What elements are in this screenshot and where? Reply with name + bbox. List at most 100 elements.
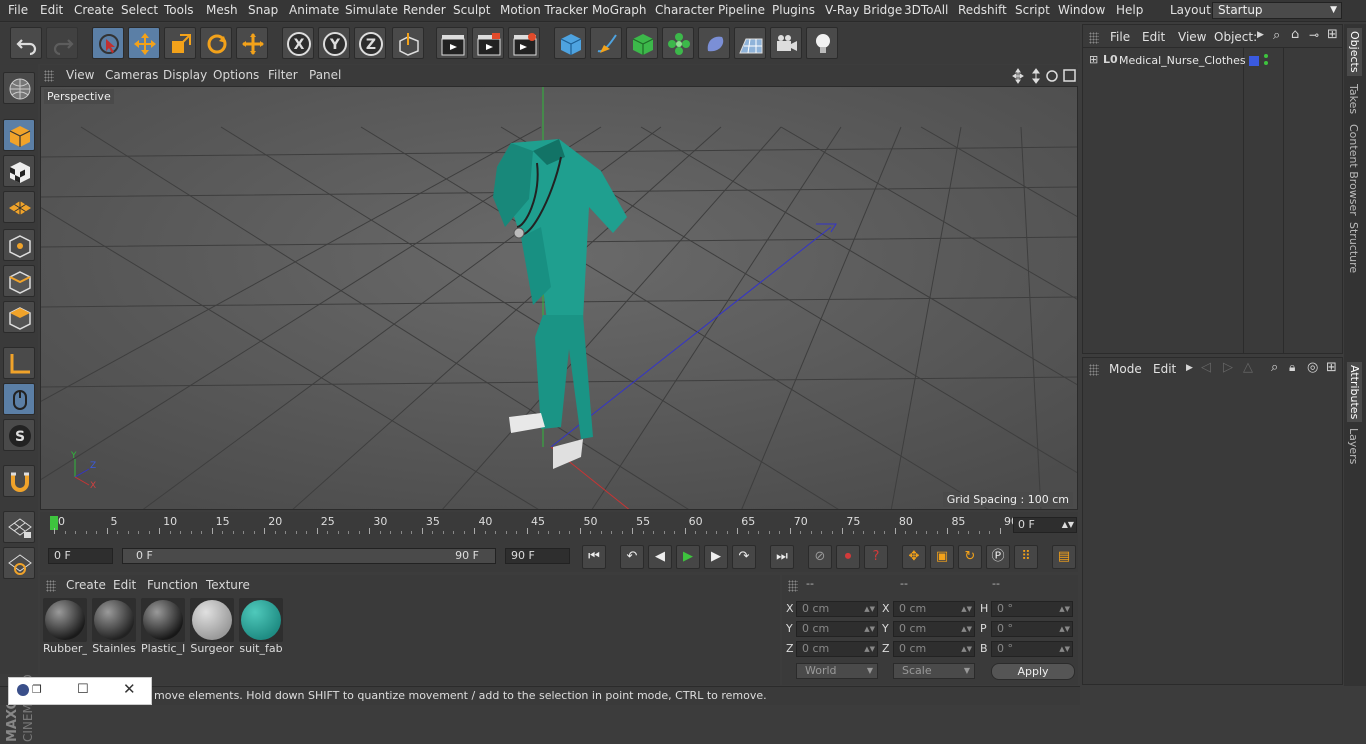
restore-icon[interactable]: ❐ <box>32 683 42 696</box>
menu-redshift[interactable]: Redshift <box>958 3 1007 17</box>
object-row[interactable]: ⊞ L0 Medical_Nurse_Clothes <box>1083 53 1342 69</box>
menu-animate[interactable]: Animate <box>289 3 339 17</box>
edges-mode-button[interactable] <box>3 265 35 297</box>
material-swatch[interactable]: Surgeor <box>190 598 234 656</box>
next-key-button[interactable]: ↷ <box>732 545 756 569</box>
go-to-end-button[interactable]: ⏭ <box>770 545 794 569</box>
menu-create[interactable]: Create <box>74 3 114 17</box>
menu-snap[interactable]: Snap <box>248 3 278 17</box>
render-view-button[interactable] <box>436 27 468 59</box>
x-axis-lock-button[interactable]: X <box>282 27 314 59</box>
expand-plus-icon[interactable]: ⊞ <box>1089 53 1098 66</box>
attributes-menu-edit[interactable]: Edit <box>1153 362 1176 376</box>
menu-script[interactable]: Script <box>1015 3 1050 17</box>
spinner-icon[interactable]: ▲▼ <box>1059 642 1070 656</box>
menu-sculpt[interactable]: Sculpt <box>453 3 490 17</box>
object-menu-edit[interactable]: Edit <box>1142 30 1165 44</box>
key-scale-button[interactable]: ▣ <box>930 545 954 569</box>
transform-tool-button[interactable] <box>236 27 268 59</box>
workplane-lock-button[interactable] <box>3 511 35 543</box>
close-icon[interactable]: ✕ <box>123 680 136 698</box>
target-icon[interactable]: ◎ <box>1307 360 1318 375</box>
start-frame-field[interactable]: 0 F <box>48 548 113 564</box>
layer-color-swatch[interactable] <box>1249 56 1259 66</box>
menu-plugins[interactable]: Plugins <box>772 3 815 17</box>
tab-objects[interactable]: Objects <box>1347 28 1362 76</box>
coordinate-field[interactable]: 0 cm ▲▼ <box>893 601 975 617</box>
live-selection-button[interactable] <box>92 27 124 59</box>
attributes-menu-mode[interactable]: Mode <box>1109 362 1142 376</box>
camera-button[interactable] <box>770 27 802 59</box>
undo-button[interactable] <box>10 27 42 59</box>
menu-character[interactable]: Character <box>655 3 714 17</box>
coordinate-field[interactable]: 0 ° ▲▼ <box>991 601 1073 617</box>
light-button[interactable] <box>806 27 838 59</box>
menu-motion-tracker[interactable]: Motion Tracker <box>500 3 588 17</box>
menu-render[interactable]: Render <box>403 3 446 17</box>
coordinate-system-button[interactable] <box>392 27 424 59</box>
search-icon[interactable]: ⌕ <box>1271 360 1278 375</box>
maximize-icon[interactable]: ☐ <box>77 682 89 697</box>
menu-help[interactable]: Help <box>1116 3 1143 17</box>
model-mode-button[interactable] <box>3 119 35 151</box>
forward-arrow-icon[interactable]: ▷ <box>1223 360 1233 375</box>
frame-ruler[interactable]: 0 5 10 15 20 25 30 35 40 45 50 55 60 65 70 75 80 85 90 <box>48 512 1018 534</box>
object-menu-file[interactable]: File <box>1110 30 1130 44</box>
coordinate-field[interactable]: 0 cm ▲▼ <box>893 621 975 637</box>
subdivision-button[interactable] <box>626 27 658 59</box>
tab-structure[interactable]: Structure <box>1347 222 1360 273</box>
coordinate-field[interactable]: 0 ° ▲▼ <box>991 641 1073 657</box>
coordinate-mode-dropdown[interactable]: World ▼ <box>796 663 878 679</box>
viewport-menu-options[interactable]: Options <box>213 68 259 82</box>
home-icon[interactable]: ⌂ <box>1291 27 1299 42</box>
viewport-menu-cameras[interactable]: Cameras <box>105 68 158 82</box>
play-button[interactable]: ▶ <box>676 545 700 569</box>
tab-layers[interactable]: Layers <box>1347 428 1360 464</box>
3d-viewport[interactable]: Y Z X Perspective Grid Spacing : 100 cm <box>40 86 1078 510</box>
material-menu-texture[interactable]: Texture <box>206 578 250 592</box>
workplane-mode-button[interactable] <box>3 191 35 223</box>
menu-edit[interactable]: Edit <box>40 3 63 17</box>
previous-key-button[interactable]: ↶ <box>620 545 644 569</box>
viewport-nav-icons[interactable] <box>1012 68 1076 84</box>
material-swatch[interactable]: Stainles <box>92 598 136 656</box>
material-menu-create[interactable]: Create <box>66 578 106 592</box>
render-visibility-dot[interactable] <box>1264 61 1268 65</box>
tab-content-browser[interactable]: Content Browser <box>1347 124 1360 216</box>
make-editable-button[interactable] <box>3 72 35 104</box>
up-arrow-icon[interactable]: △ <box>1243 360 1253 375</box>
object-menu-object[interactable]: Object: <box>1214 30 1257 44</box>
viewport-menu-display[interactable]: Display <box>163 68 207 82</box>
new-panel-icon[interactable]: ⊞ <box>1326 360 1337 375</box>
timeline-ruler[interactable]: 0 5 10 15 20 25 30 35 40 45 50 55 60 65 70 75 80 85 90 0 F… <box>40 512 1078 542</box>
spinner-icon[interactable]: ▲▼ <box>1059 602 1070 616</box>
tab-takes[interactable]: Takes <box>1347 84 1360 114</box>
points-mode-button[interactable] <box>3 229 35 261</box>
lock-icon[interactable]: 🔒︎ <box>1289 360 1295 375</box>
spinner-icon[interactable]: ▲▼ <box>961 622 972 636</box>
z-axis-lock-button[interactable]: Z <box>354 27 386 59</box>
link-icon[interactable]: ⊸ <box>1309 28 1319 42</box>
y-axis-lock-button[interactable]: Y <box>318 27 350 59</box>
menu-vray-bridge[interactable]: V-Ray Bridge <box>825 3 902 17</box>
spinner-icon[interactable]: ▲▼ <box>864 622 875 636</box>
search-icon[interactable]: ⌕ <box>1273 28 1280 43</box>
menu-mesh[interactable]: Mesh <box>206 3 238 17</box>
key-rotation-button[interactable]: ↻ <box>958 545 982 569</box>
material-swatch[interactable]: suit_fab <box>239 598 283 656</box>
coordinate-field[interactable]: 0 cm ▲▼ <box>796 621 878 637</box>
coordinate-field[interactable]: 0 cm ▲▼ <box>893 641 975 657</box>
record-keys-button[interactable]: ⊘ <box>808 545 832 569</box>
spinner-icon[interactable]: ▲▼ <box>961 642 972 656</box>
workplane-rotate-button[interactable] <box>3 547 35 579</box>
size-mode-dropdown[interactable]: Scale ▼ <box>893 663 975 679</box>
viewport-menu-panel[interactable]: Panel <box>309 68 341 82</box>
editor-visibility-dot[interactable] <box>1264 54 1268 58</box>
rotate-tool-button[interactable] <box>200 27 232 59</box>
apply-button[interactable]: Apply <box>991 663 1075 680</box>
menu-select[interactable]: Select <box>121 3 158 17</box>
spinner-icon[interactable]: ▲▼ <box>864 602 875 616</box>
key-parameter-button[interactable]: Ⓟ <box>986 545 1010 569</box>
chevron-right-icon[interactable]: ▶ <box>1186 363 1193 373</box>
keyframe-selection-button[interactable]: ? <box>864 545 888 569</box>
